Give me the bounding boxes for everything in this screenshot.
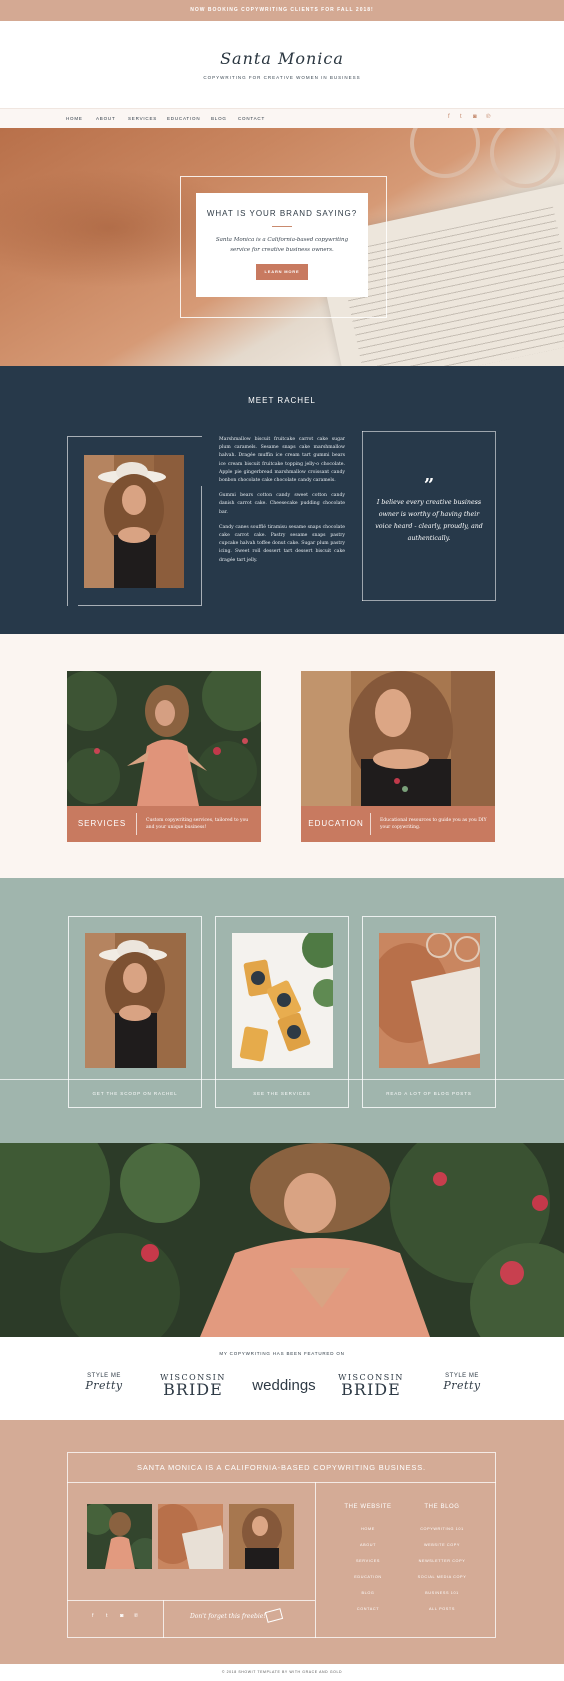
wisconsin-bride-logo-2: WISCONSIN BRIDE [338,1373,404,1399]
announcement-bar: NOW BOOKING COPYWRITING CLIENTS FOR FALL… [0,0,564,21]
quote-frame-left [362,431,363,601]
hero-section: WHAT IS YOUR BRAND SAYING? Santa Monica … [0,128,564,366]
nav-services[interactable]: SERVICES [128,116,157,121]
featured-section: MY COPYWRITING HAS BEEN FEATURED ON STYL… [0,1337,564,1420]
style-me-pretty-logo: STYLE ME Pretty [68,1373,140,1392]
footer-link-contact[interactable]: CONTACT [340,1607,396,1611]
blog-link-caption[interactable]: READ A LOT OF BLOG POSTS [363,1091,495,1096]
meet-section: MEET RACHEL Marshmallow biscuit fruitcak… [0,366,564,634]
weddings-logo: weddings [252,1377,316,1394]
hero-card: WHAT IS YOUR BRAND SAYING? Santa Monica … [196,193,368,297]
footer-photo-1[interactable] [87,1504,152,1569]
education-text: Educational resources to guide you as yo… [380,818,487,830]
footer-rule [67,1482,496,1483]
services-link-caption[interactable]: SEE THE SERVICES [216,1091,348,1096]
blog-link-photo [379,933,480,1068]
footer-vertical-rule-2 [163,1600,164,1638]
footer-twitter-icon[interactable]: t [106,1613,108,1619]
footer-link-services[interactable]: SERVICES [340,1559,396,1563]
wb-b: BRIDE [163,1380,223,1399]
footer-link-home[interactable]: HOME [340,1527,396,1531]
education-card[interactable]: EDUCATION Educational resources to guide… [301,671,495,842]
freebie-link[interactable]: Don't forget this freebie! [190,1613,266,1620]
style-me-pretty-logo-2: STYLE ME Pretty [426,1373,498,1392]
meet-body: Marshmallow biscuit fruitcake carrot cak… [219,436,345,572]
links-section: GET THE SCOOP ON RACHEL SEE THE SERVICES [0,878,564,1143]
about-link-photo [85,933,186,1068]
footer-pinterest-icon[interactable]: ℗ [134,1613,138,1619]
offers-section: SERVICES Custom copywriting services, ta… [0,634,564,878]
footer-link-education[interactable]: EDUCATION [340,1575,396,1579]
website-column-title: THE WEBSITE [344,1504,392,1510]
blog-link-card[interactable]: READ A LOT OF BLOG POSTS [362,916,496,1108]
main-nav: HOME ABOUT SERVICES EDUCATION BLOG CONTA… [0,108,564,128]
footer-blog-link-newsletter[interactable]: NEWSLETTER COPY [408,1559,476,1563]
smp-b-2: Pretty [443,1379,481,1392]
services-link-photo [232,933,333,1068]
hero-glasses-image-2 [490,128,560,188]
learn-more-button[interactable]: LEARN MORE [256,264,308,280]
services-photo [67,671,261,806]
footer: SANTA MONICA IS A CALIFORNIA-BASED COPYW… [0,1420,564,1664]
about-link-caption[interactable]: GET THE SCOOP ON RACHEL [69,1091,201,1096]
services-link-card[interactable]: SEE THE SERVICES [215,916,349,1108]
announcement-text: NOW BOOKING COPYWRITING CLIENTS FOR FALL… [190,7,374,13]
quote-text: I believe every creative business owner … [375,499,483,542]
footer-blog-link-business[interactable]: BUSINESS 101 [408,1591,476,1595]
services-label[interactable]: SERVICES [67,819,137,828]
featured-title: MY COPYWRITING HAS BEEN FEATURED ON [219,1351,345,1356]
services-card[interactable]: SERVICES Custom copywriting services, ta… [67,671,261,842]
hero-glasses-image [410,128,480,178]
footer-photo-2[interactable] [158,1504,223,1569]
wb-b-2: BRIDE [341,1380,401,1399]
site-logo[interactable]: Santa Monica [0,49,564,68]
hero-divider [272,226,292,227]
copyright: © 2018 SHOWIT TEMPLATE BY WITH GRACE AND… [0,1664,564,1681]
divider [136,813,137,835]
instagram-icon[interactable]: ◙ [473,114,477,120]
twitter-icon[interactable]: t [460,114,462,120]
footer-blog-link-all[interactable]: ALL POSTS [408,1607,476,1611]
education-label[interactable]: EDUCATION [301,819,371,828]
footer-vertical-rule [315,1482,316,1638]
meet-paragraph-3: Candy canes soufflé tiramisu sesame snap… [219,524,345,563]
meet-paragraph-1: Marshmallow biscuit fruitcake carrot cak… [219,437,345,484]
site-header: Santa Monica COPYWRITING FOR CREATIVE WO… [0,21,564,108]
quote-icon: ” [423,475,435,496]
footer-blog-link-social[interactable]: SOCIAL MEDIA COPY [408,1575,476,1579]
nav-about[interactable]: ABOUT [96,116,116,121]
nav-home[interactable]: HOME [66,116,83,121]
pinterest-icon[interactable]: ℗ [486,114,490,120]
footer-title: SANTA MONICA IS A CALIFORNIA-BASED COPYW… [137,1463,426,1472]
meet-title: MEET RACHEL [248,396,316,405]
footer-blog-link-website[interactable]: WEBSITE COPY [408,1543,476,1547]
hero-text: Santa Monica is a California-based copyw… [215,237,349,253]
footer-link-blog[interactable]: BLOG [340,1591,396,1595]
nav-contact[interactable]: CONTACT [238,116,265,121]
about-link-card[interactable]: GET THE SCOOP ON RACHEL [68,916,202,1108]
rachel-photo [84,455,184,588]
footer-photo-3[interactable] [229,1504,294,1569]
footer-link-about[interactable]: ABOUT [340,1543,396,1547]
footer-facebook-icon[interactable]: f [92,1613,94,1619]
full-width-photo [0,1143,564,1337]
wisconsin-bride-logo: WISCONSIN BRIDE [160,1373,226,1399]
divider [370,813,371,835]
smp-b: Pretty [85,1379,123,1392]
footer-rule-2 [67,1600,315,1601]
services-bar: SERVICES Custom copywriting services, ta… [67,806,261,842]
services-text: Custom copywriting services, tailored to… [146,818,249,830]
nav-education[interactable]: EDUCATION [167,116,200,121]
facebook-icon[interactable]: f [448,114,450,120]
meet-paragraph-2: Gummi bears cotton candy sweet cotton ca… [219,493,345,515]
hero-title: WHAT IS YOUR BRAND SAYING? [206,209,358,218]
blog-column-title: THE BLOG [424,1504,460,1510]
footer-instagram-icon[interactable]: ◙ [120,1613,123,1619]
nav-blog[interactable]: BLOG [211,116,227,121]
education-photo [301,671,495,806]
footer-blog-link-copywriting[interactable]: COPYWRITING 101 [408,1527,476,1531]
education-bar: EDUCATION Educational resources to guide… [301,806,495,842]
site-tagline: COPYWRITING FOR CREATIVE WOMEN IN BUSINE… [203,75,361,80]
